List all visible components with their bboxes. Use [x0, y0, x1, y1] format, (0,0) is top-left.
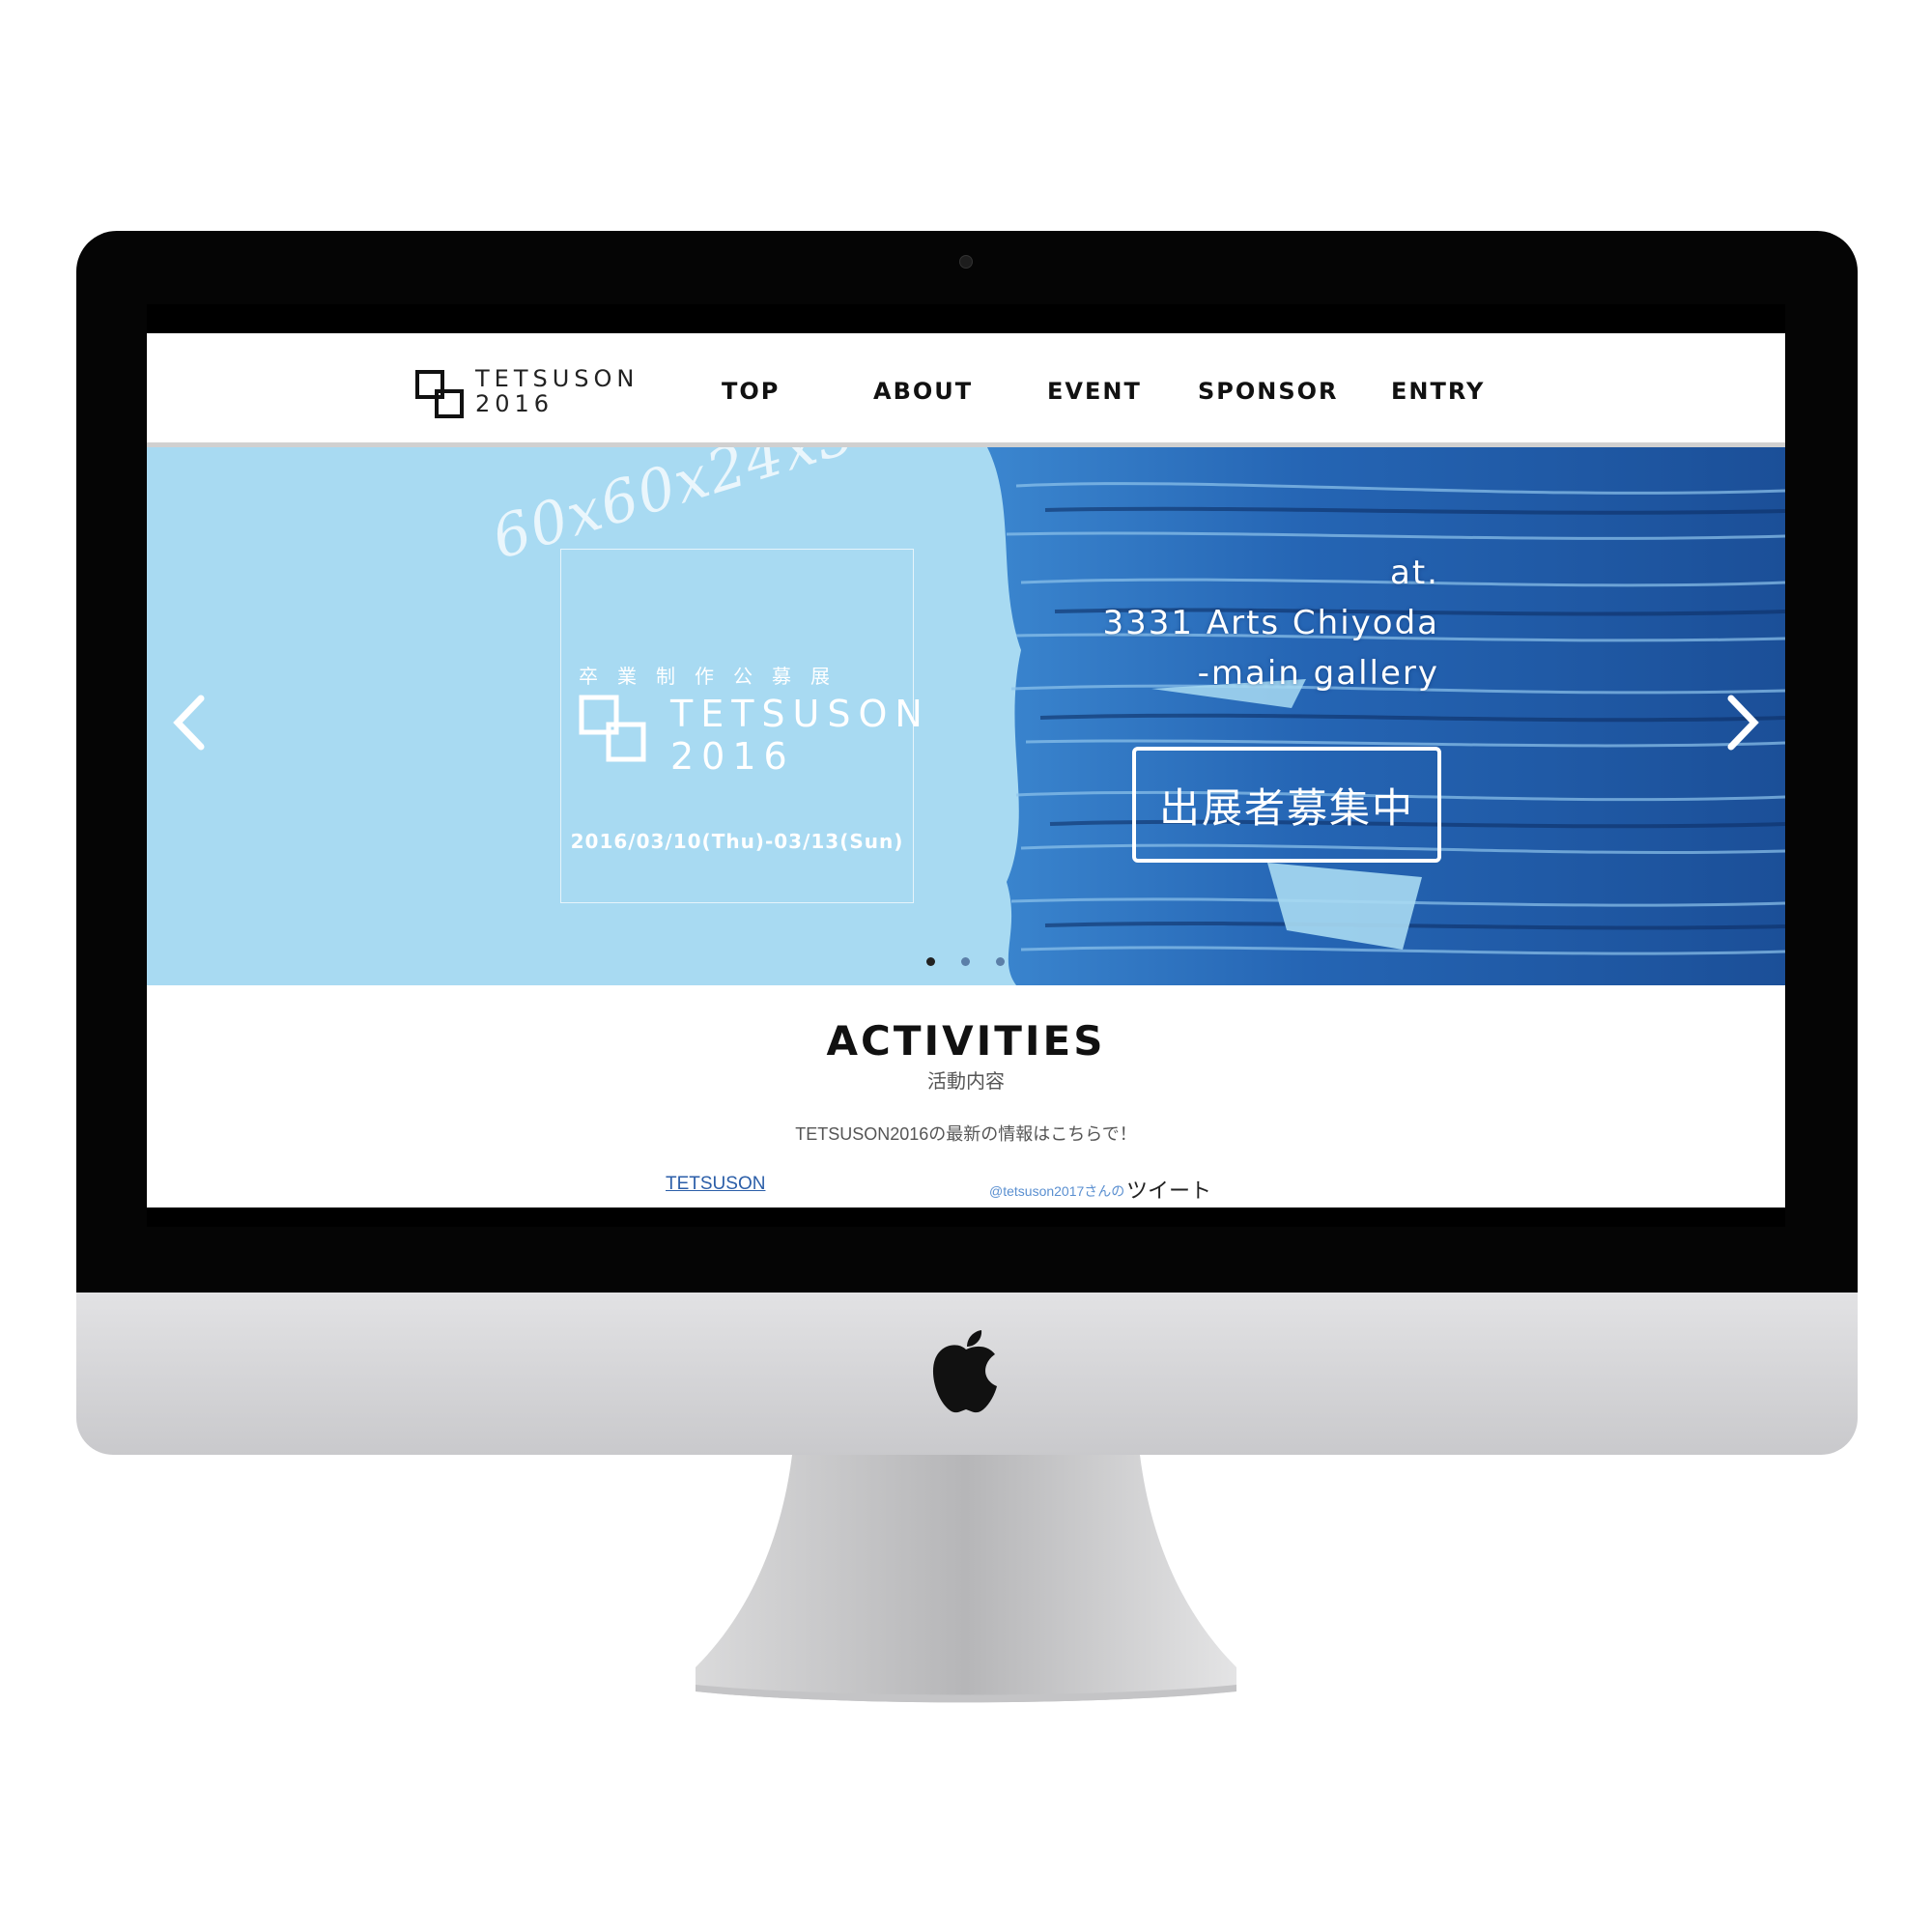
venue-name: 3331 Arts Chiyoda — [1102, 604, 1439, 642]
event-title-1: TETSUSON — [670, 693, 930, 735]
apple-logo-icon — [932, 1330, 997, 1413]
twitter-tweet-label: ツイート — [1126, 1179, 1212, 1203]
camera-icon — [959, 255, 973, 269]
event-info-box: 卒業制作公募展 TETSUSON 2016 2016/03/10(Thu)-03… — [560, 549, 923, 903]
hero-slider: 60x60x24x365x 卒業制作公募展 TETSUSON 2016 2016… — [147, 447, 1785, 985]
site-header: TETSUSON 2016 TOP ABOUT EVENT SPONSOR EN… — [147, 333, 1785, 447]
venue-gallery: -main gallery — [1197, 654, 1439, 693]
nav-top[interactable]: TOP — [722, 378, 780, 405]
website-screen: TETSUSON 2016 TOP ABOUT EVENT SPONSOR EN… — [147, 304, 1785, 1227]
twitter-handle-link[interactable]: @tetsuson2017さんの — [989, 1181, 1124, 1201]
monitor-stand — [696, 1455, 1236, 1703]
nav-event[interactable]: EVENT — [1047, 378, 1142, 405]
facebook-link[interactable]: TETSUSON — [666, 1174, 765, 1195]
nav-about[interactable]: ABOUT — [873, 378, 973, 405]
logo-line-1: TETSUSON — [475, 365, 639, 392]
hero-paper-stack-image — [987, 447, 1785, 985]
nav-sponsor[interactable]: SPONSOR — [1198, 378, 1339, 405]
event-logo-mark-icon — [579, 695, 646, 762]
activities-title: ACTIVITIES — [826, 1017, 1106, 1065]
activities-description: TETSUSON2016の最新の情報はこちらで！ — [795, 1124, 1137, 1144]
logo-text: TETSUSON 2016 — [475, 366, 639, 416]
logo-line-2: 2016 — [475, 390, 554, 417]
screen-top-border — [147, 304, 1785, 333]
nav-entry[interactable]: ENTRY — [1391, 378, 1485, 405]
slider-dot-3[interactable] — [996, 957, 1005, 966]
slider-dot-2[interactable] — [961, 957, 970, 966]
screen-bottom-border — [147, 1208, 1785, 1227]
event-title-2: 2016 — [670, 735, 795, 778]
activities-subtitle: 活動内容 — [927, 1071, 1005, 1093]
recruit-button[interactable]: 出展者募集中 — [1132, 747, 1441, 863]
event-date: 2016/03/10(Thu)-03/13(Sun) — [570, 830, 904, 853]
venue-at: at. — [1390, 554, 1439, 592]
chevron-left-icon[interactable] — [166, 689, 214, 756]
site-logo[interactable]: TETSUSON 2016 — [415, 362, 638, 420]
chevron-right-icon[interactable] — [1718, 689, 1766, 756]
logo-mark-icon — [415, 370, 464, 418]
event-jp-title: 卒業制作公募展 — [579, 667, 849, 688]
slider-dot-1[interactable] — [926, 957, 935, 966]
